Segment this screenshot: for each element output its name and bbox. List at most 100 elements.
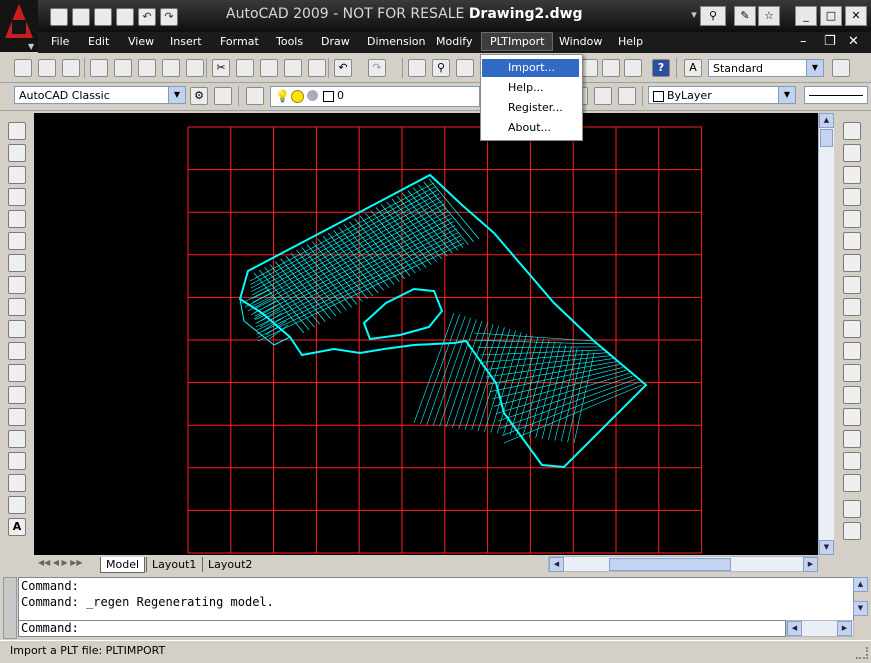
- help-icon[interactable]: ?: [652, 59, 670, 77]
- menu-item-register[interactable]: Register...: [482, 99, 579, 117]
- save-icon[interactable]: [94, 8, 112, 26]
- new-icon[interactable]: [14, 59, 32, 77]
- redo-icon[interactable]: ↷: [160, 8, 178, 26]
- polygon-icon[interactable]: [8, 188, 26, 206]
- zoom-realtime-icon[interactable]: ⚲: [432, 59, 450, 77]
- mirror-icon[interactable]: [843, 166, 861, 184]
- scroll-right-arrow-icon[interactable]: ▶: [837, 621, 852, 636]
- explode-icon[interactable]: [843, 474, 861, 492]
- workspace-settings-icon[interactable]: [214, 87, 232, 105]
- layer-previous-icon[interactable]: [594, 87, 612, 105]
- search-icon[interactable]: ⚲: [700, 6, 726, 26]
- linetype-control-dropdown[interactable]: [804, 86, 868, 104]
- command-input[interactable]: Command:: [18, 620, 786, 637]
- document-minimize-button[interactable]: –: [800, 34, 807, 49]
- menu-item-help[interactable]: Help...: [482, 79, 579, 97]
- color-control-dropdown[interactable]: ByLayer ▼: [648, 86, 796, 104]
- construction-line-icon[interactable]: [8, 144, 26, 162]
- arc-icon[interactable]: [8, 232, 26, 250]
- rotate-icon[interactable]: [843, 254, 861, 272]
- scroll-down-arrow-icon[interactable]: ▼: [819, 540, 834, 555]
- menu-edit[interactable]: Edit: [88, 35, 109, 48]
- workspace-dropdown[interactable]: AutoCAD Classic ▼: [14, 86, 186, 104]
- command-window-grip[interactable]: [3, 577, 17, 639]
- chevron-down-icon[interactable]: ▾: [688, 6, 700, 24]
- command-history-scrollbar[interactable]: ▲ ▼: [853, 577, 868, 617]
- menu-help[interactable]: Help: [618, 35, 643, 48]
- layer-state-icon[interactable]: [618, 87, 636, 105]
- text-style-icon[interactable]: A: [684, 59, 702, 77]
- maximize-window-button[interactable]: □: [820, 6, 842, 26]
- line-icon[interactable]: [8, 122, 26, 140]
- scroll-left-arrow-icon[interactable]: ◀: [549, 557, 564, 572]
- menu-tools[interactable]: Tools: [276, 35, 303, 48]
- copy-object-icon[interactable]: [843, 144, 861, 162]
- make-block-icon[interactable]: [8, 386, 26, 404]
- ellipse-icon[interactable]: [8, 320, 26, 338]
- layer-properties-icon[interactable]: [246, 87, 264, 105]
- application-menu-button[interactable]: ▼: [0, 0, 38, 52]
- menu-item-import[interactable]: Import...: [482, 59, 579, 77]
- open-icon[interactable]: [72, 8, 90, 26]
- 3d-dwf-icon[interactable]: [162, 59, 180, 77]
- menu-format[interactable]: Format: [220, 35, 259, 48]
- undo-icon[interactable]: ↶: [138, 8, 156, 26]
- break-icon[interactable]: [843, 386, 861, 404]
- menu-draw[interactable]: Draw: [321, 35, 350, 48]
- tab-layout2[interactable]: Layout2: [202, 557, 257, 572]
- text-style-dropdown[interactable]: Standard ▼: [708, 59, 824, 77]
- menu-view[interactable]: View: [128, 35, 154, 48]
- ellipse-arc-icon[interactable]: [8, 342, 26, 360]
- tab-model[interactable]: Model: [100, 557, 146, 573]
- scroll-right-arrow-icon[interactable]: ▶: [803, 557, 818, 572]
- vertical-scrollbar[interactable]: ▲ ▼: [818, 113, 834, 555]
- command-line-scrollbar[interactable]: ◀ ▶: [786, 620, 854, 637]
- polyline-icon[interactable]: [8, 166, 26, 184]
- match-properties-icon[interactable]: [284, 59, 302, 77]
- plot-icon[interactable]: [116, 8, 134, 26]
- spline-icon[interactable]: [8, 298, 26, 316]
- tool-palettes-icon[interactable]: [602, 59, 620, 77]
- menu-window[interactable]: Window: [559, 35, 602, 48]
- extend-icon[interactable]: [843, 342, 861, 360]
- quickcalc-icon[interactable]: [624, 59, 642, 77]
- trim-icon[interactable]: [843, 320, 861, 338]
- document-restore-button[interactable]: ❐: [824, 34, 836, 49]
- region-icon[interactable]: [8, 474, 26, 492]
- tab-navigation-arrows[interactable]: ◀◀ ◀ ▶ ▶▶: [38, 558, 83, 567]
- open-icon[interactable]: [38, 59, 56, 77]
- redo-icon[interactable]: ↷: [368, 59, 386, 77]
- paste-icon[interactable]: [260, 59, 278, 77]
- multiline-text-icon[interactable]: A: [8, 518, 26, 536]
- markup-icon[interactable]: [186, 59, 204, 77]
- zoom-window-icon[interactable]: [456, 59, 474, 77]
- scroll-up-arrow-icon[interactable]: ▲: [853, 577, 868, 592]
- chamfer-icon[interactable]: [843, 430, 861, 448]
- plot-preview-icon[interactable]: [114, 59, 132, 77]
- menu-insert[interactable]: Insert: [170, 35, 202, 48]
- minimize-window-button[interactable]: _: [795, 6, 817, 26]
- menu-dimension[interactable]: Dimension: [367, 35, 425, 48]
- revision-cloud-icon[interactable]: [8, 276, 26, 294]
- gear-icon[interactable]: ⚙: [190, 87, 208, 105]
- menu-file[interactable]: File: [51, 35, 69, 48]
- point-icon[interactable]: [8, 408, 26, 426]
- dimension-style-icon[interactable]: [832, 59, 850, 77]
- fillet-icon[interactable]: [843, 452, 861, 470]
- cut-icon[interactable]: ✂: [212, 59, 230, 77]
- menu-pltimport[interactable]: PLTImport: [481, 32, 554, 51]
- rectangle-icon[interactable]: [8, 210, 26, 228]
- pan-icon[interactable]: [408, 59, 426, 77]
- vertical-scroll-thumb[interactable]: [820, 129, 833, 147]
- close-window-button[interactable]: ✕: [845, 6, 867, 26]
- join-icon[interactable]: [843, 408, 861, 426]
- copy-icon[interactable]: [236, 59, 254, 77]
- favorites-star-icon[interactable]: ☆: [758, 6, 780, 26]
- horizontal-scroll-thumb[interactable]: [609, 558, 731, 571]
- scale-icon[interactable]: [843, 276, 861, 294]
- draw-order-icon[interactable]: [843, 500, 861, 518]
- gradient-icon[interactable]: [8, 452, 26, 470]
- circle-icon[interactable]: [8, 254, 26, 272]
- document-close-button[interactable]: ✕: [848, 34, 859, 49]
- erase-icon[interactable]: [843, 122, 861, 140]
